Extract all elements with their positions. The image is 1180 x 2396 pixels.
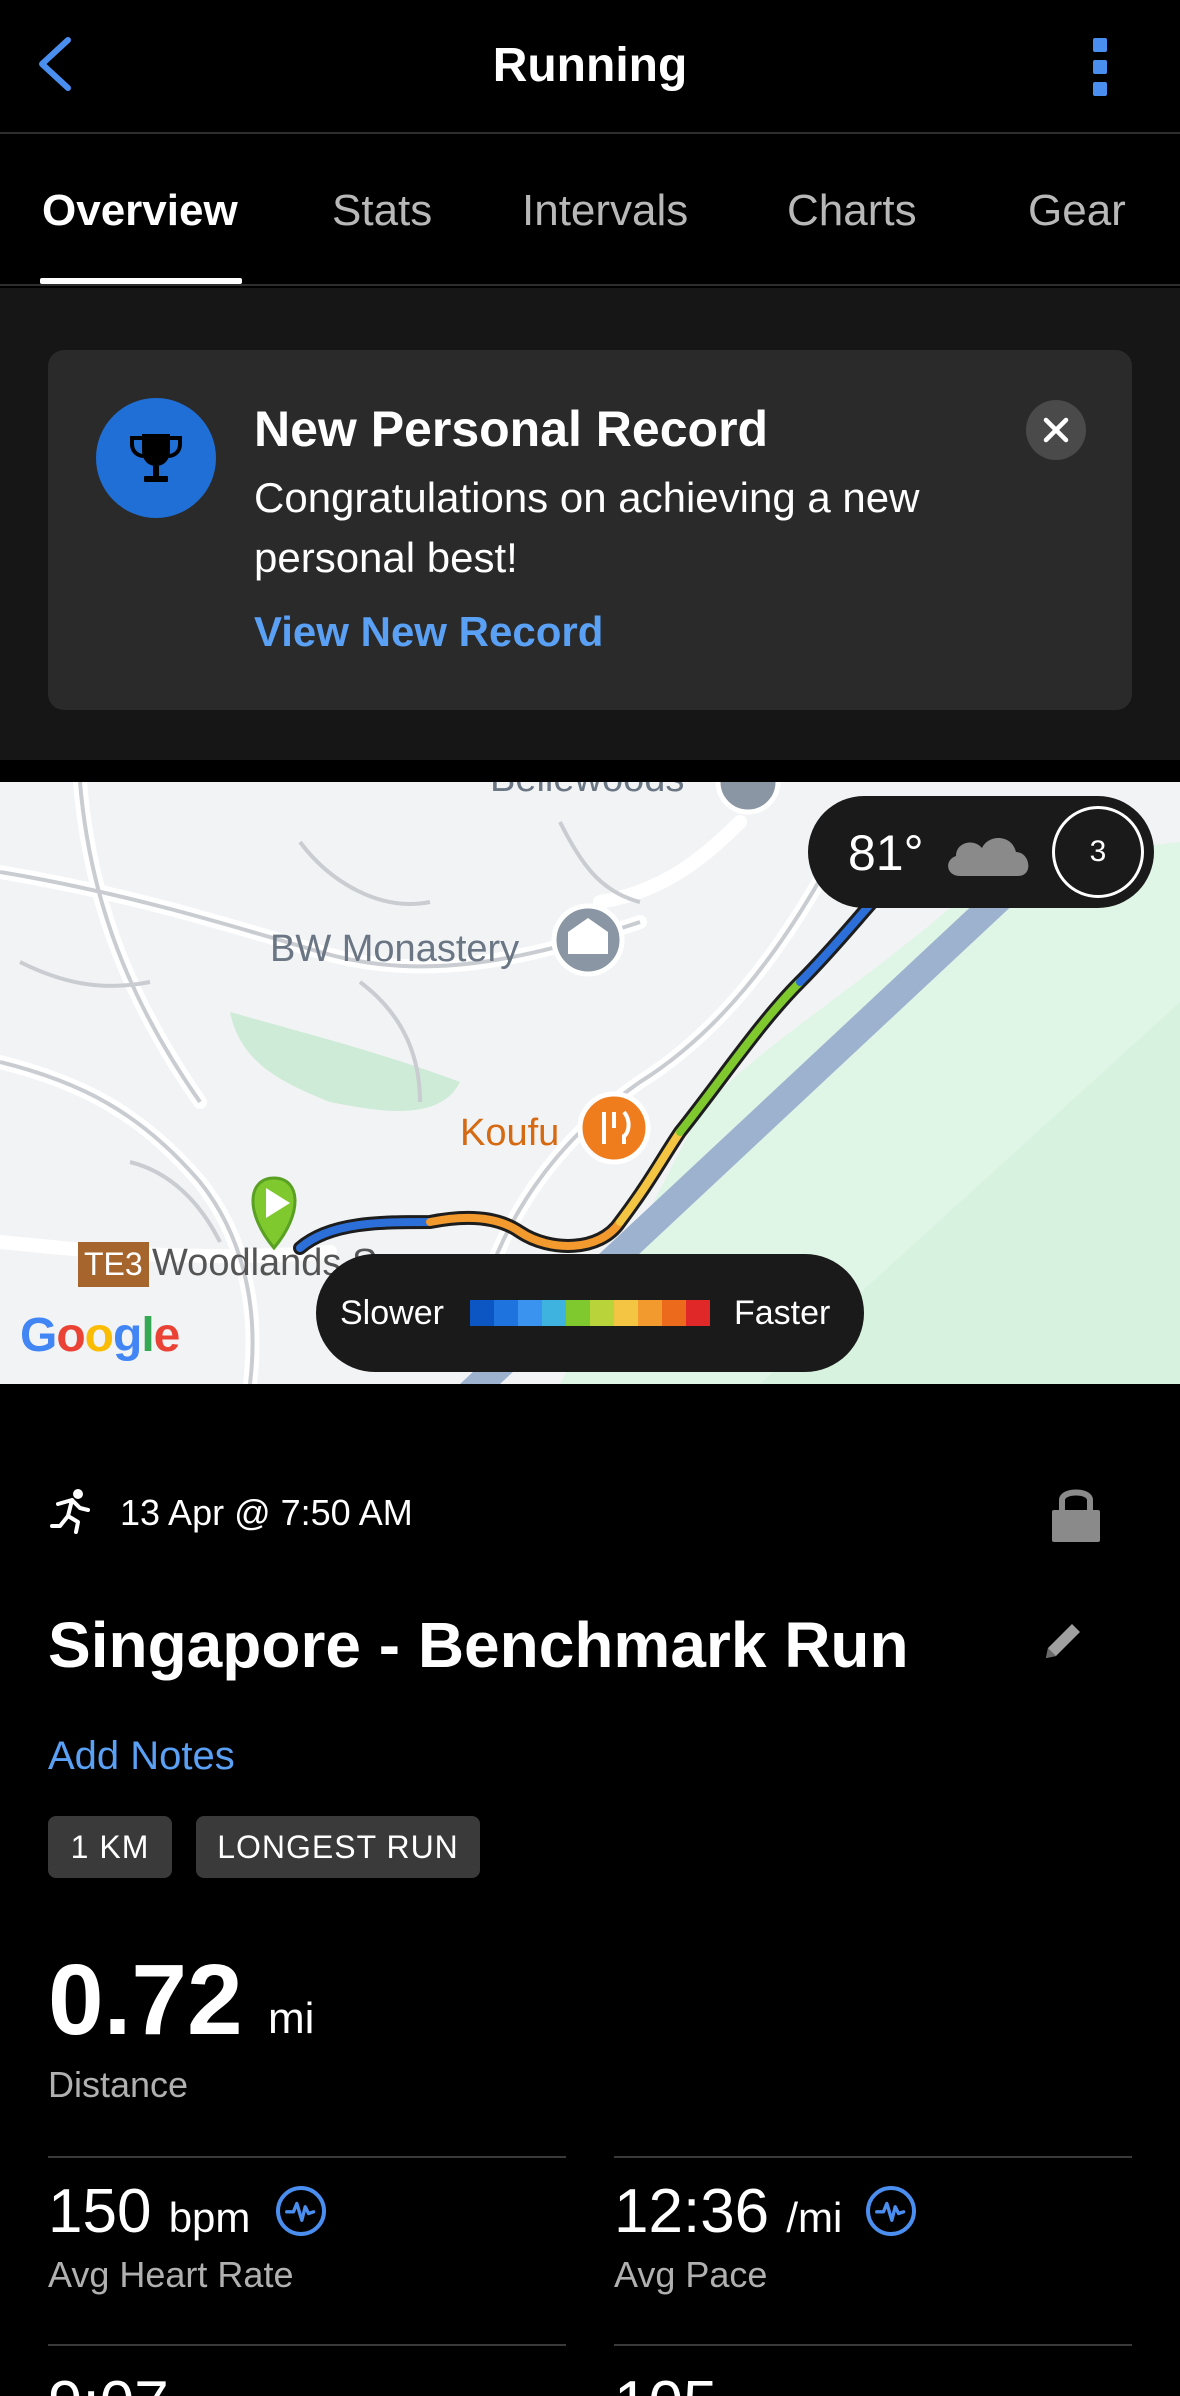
weather-badge: 3: [1052, 806, 1144, 898]
station-code-badge: TE3: [78, 1242, 149, 1287]
pencil-icon[interactable]: [1040, 1618, 1086, 1664]
heart-rate-icon[interactable]: [276, 2186, 326, 2236]
banner-title: New Personal Record: [254, 401, 769, 457]
divider: [614, 2344, 1132, 2346]
activity-title: Singapore - Benchmark Run: [48, 1609, 909, 1681]
add-notes-link[interactable]: Add Notes: [48, 1734, 235, 1779]
map-label-monastery: BW Monastery: [270, 928, 520, 970]
legend-faster-label: Faster: [734, 1294, 831, 1332]
cloud-icon: [948, 837, 1029, 876]
distance-unit: mi: [268, 1994, 315, 2043]
tab-gear[interactable]: Gear: [1028, 186, 1126, 236]
partial-stat-value: 105: [614, 2368, 717, 2396]
stat-number: 12:36: [614, 2177, 770, 2246]
weather-pill[interactable]: 81° 3: [808, 796, 1154, 908]
legend-swatch: [566, 1300, 590, 1326]
legend-swatch: [662, 1300, 686, 1326]
partial-stat-value: 9:07: [48, 2368, 169, 2396]
lock-icon[interactable]: [1050, 1484, 1102, 1544]
pace-legend: Slower Faster: [316, 1254, 864, 1372]
avg-pace-label: Avg Pace: [614, 2254, 768, 2295]
stat-unit: bpm: [168, 2194, 251, 2241]
banner-section: New Personal Record Congratulations on a…: [0, 288, 1180, 760]
tab-stats[interactable]: Stats: [332, 186, 432, 236]
activity-date: 13 Apr @ 7:50 AM: [120, 1492, 413, 1533]
runner-icon: [50, 1489, 90, 1534]
banner-message: Congratulations on achieving a new perso…: [254, 474, 920, 581]
map-label-bellewoods: Bellewoods: [490, 782, 684, 801]
legend-swatch: [590, 1300, 614, 1326]
distance-label: Distance: [48, 2064, 189, 2105]
divider: [614, 2156, 1132, 2158]
stat-number: 150: [48, 2177, 152, 2246]
legend-swatch: [518, 1300, 542, 1326]
legend-slower-label: Slower: [340, 1294, 444, 1332]
avg-heart-rate-value: 150 bpm: [48, 2176, 250, 2247]
google-logo: Google: [20, 1309, 180, 1362]
tab-bar: Overview Stats Intervals Charts Gear: [0, 136, 1180, 286]
tab-intervals[interactable]: Intervals: [522, 186, 688, 236]
distance-value: 0.72: [48, 1944, 243, 2056]
tab-overview[interactable]: Overview: [42, 186, 238, 236]
chip-longest-run: LONGEST RUN: [196, 1816, 480, 1878]
divider: [48, 2344, 566, 2346]
tab-charts[interactable]: Charts: [787, 186, 917, 236]
activity-meta-row: 13 Apr @ 7:50 AM: [48, 1484, 1132, 1542]
legend-swatch: [686, 1300, 710, 1326]
avg-pace-value: 12:36 /mi: [614, 2176, 842, 2247]
stat-unit: /mi: [786, 2194, 843, 2241]
pace-gradient-bar: [470, 1300, 710, 1326]
active-tab-indicator: [40, 278, 242, 284]
more-vertical-icon[interactable]: [1090, 38, 1110, 96]
trophy-icon: [96, 398, 216, 518]
legend-swatch: [494, 1300, 518, 1326]
avg-heart-rate-label: Avg Heart Rate: [48, 2254, 294, 2295]
map-label-koufu: Koufu: [460, 1112, 560, 1154]
legend-swatch: [614, 1300, 638, 1326]
divider: [48, 2156, 566, 2158]
view-new-record-link[interactable]: View New Record: [254, 608, 603, 656]
legend-swatch: [470, 1300, 494, 1326]
page-title: Running: [492, 39, 688, 92]
pace-info-icon[interactable]: [866, 2186, 916, 2236]
personal-record-banner: New Personal Record Congratulations on a…: [48, 350, 1132, 710]
legend-swatch: [638, 1300, 662, 1326]
route-map[interactable]: Bellewoods BW Monastery Koufu TE3 Woodla…: [0, 782, 1180, 1384]
weather-temperature: 81°: [848, 825, 924, 881]
close-icon[interactable]: [1026, 400, 1086, 460]
app-header: Running: [0, 0, 1180, 134]
legend-swatch: [542, 1300, 566, 1326]
chip-1km: 1 KM: [48, 1816, 172, 1878]
